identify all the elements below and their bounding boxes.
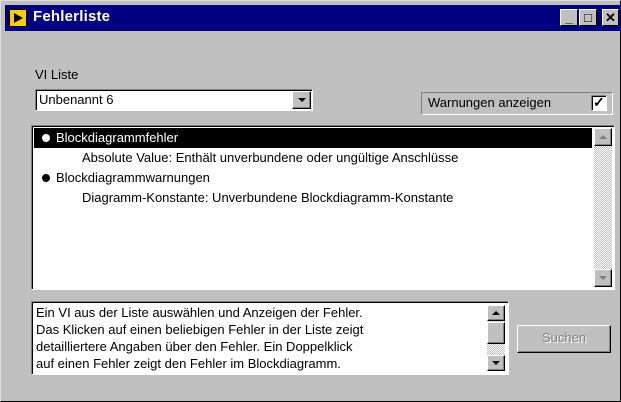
description-line: detailliertere Angaben über den Fehler. … [36,339,353,354]
window-title: Fehlerliste [33,8,111,25]
bullet-icon [42,133,50,142]
search-button-label: Suchen [541,330,587,345]
description-scroll-down-button[interactable] [487,355,505,371]
vi-list-dropdown-button[interactable] [292,91,311,109]
description-scroll-up-button[interactable] [487,305,505,321]
scroll-track[interactable] [594,146,612,269]
arrow-down-icon [492,361,500,365]
checkmark-icon: ✓ [593,94,605,110]
chevron-down-icon [297,98,306,102]
vi-list-dropdown[interactable]: Unbenannt 6 [35,89,313,111]
description-scroll-thumb[interactable] [487,322,505,344]
search-button[interactable]: Suchen [517,325,611,353]
description-line: auf einen Fehler zeigt den Fehler im Blo… [36,356,341,371]
description-box: Ein VI aus der Liste auswählen und Anzei… [31,301,509,375]
show-warnings-control[interactable]: Warnungen anzeigen ✓ [421,92,613,115]
list-item-block-diagram-errors[interactable]: Blockdiagrammfehler [34,128,592,148]
list-item-absolute-value-error[interactable]: Absolute Value: Enthält unverbundene ode… [34,148,614,168]
bullet-icon [42,173,50,182]
arrow-up-icon [599,135,607,139]
title-bar[interactable]: Fehlerliste _ □ ✕ [5,5,621,31]
show-warnings-label: Warnungen anzeigen [428,95,552,110]
vi-list-label: VI Liste [35,67,79,82]
error-list-window: Fehlerliste _ □ ✕ VI Liste Unbenannt 6 W… [0,0,621,402]
arrow-up-icon [492,311,500,315]
scroll-down-button[interactable] [594,269,612,287]
description-scrollbar[interactable] [487,305,505,371]
maximize-icon: □ [584,10,592,25]
labview-app-icon[interactable] [9,9,27,27]
minimize-button[interactable]: _ [560,9,578,26]
show-warnings-checkbox[interactable]: ✓ [591,94,607,111]
list-item-block-diagram-warnings[interactable]: Blockdiagrammwarnungen [34,168,614,188]
description-text: Ein VI aus der Liste auswählen und Anzei… [36,304,466,372]
error-list-box[interactable]: Blockdiagrammfehler Absolute Value: Enth… [31,125,615,290]
error-list-scrollbar[interactable] [594,128,612,287]
vi-list-selected-value: Unbenannt 6 [39,92,114,107]
description-line: Ein VI aus der Liste auswählen und Anzei… [36,305,363,320]
description-line: Das Klicken auf einen beliebigen Fehler … [36,322,364,337]
arrow-down-icon [599,276,607,280]
scroll-up-button[interactable] [594,128,612,146]
close-button[interactable]: ✕ [602,9,619,26]
minimize-icon: _ [565,10,573,25]
close-icon: ✕ [605,10,616,25]
list-item-diagram-constant-warning[interactable]: Diagramm-Konstante: Unverbundene Blockdi… [34,188,614,208]
maximize-button[interactable]: □ [579,9,597,26]
